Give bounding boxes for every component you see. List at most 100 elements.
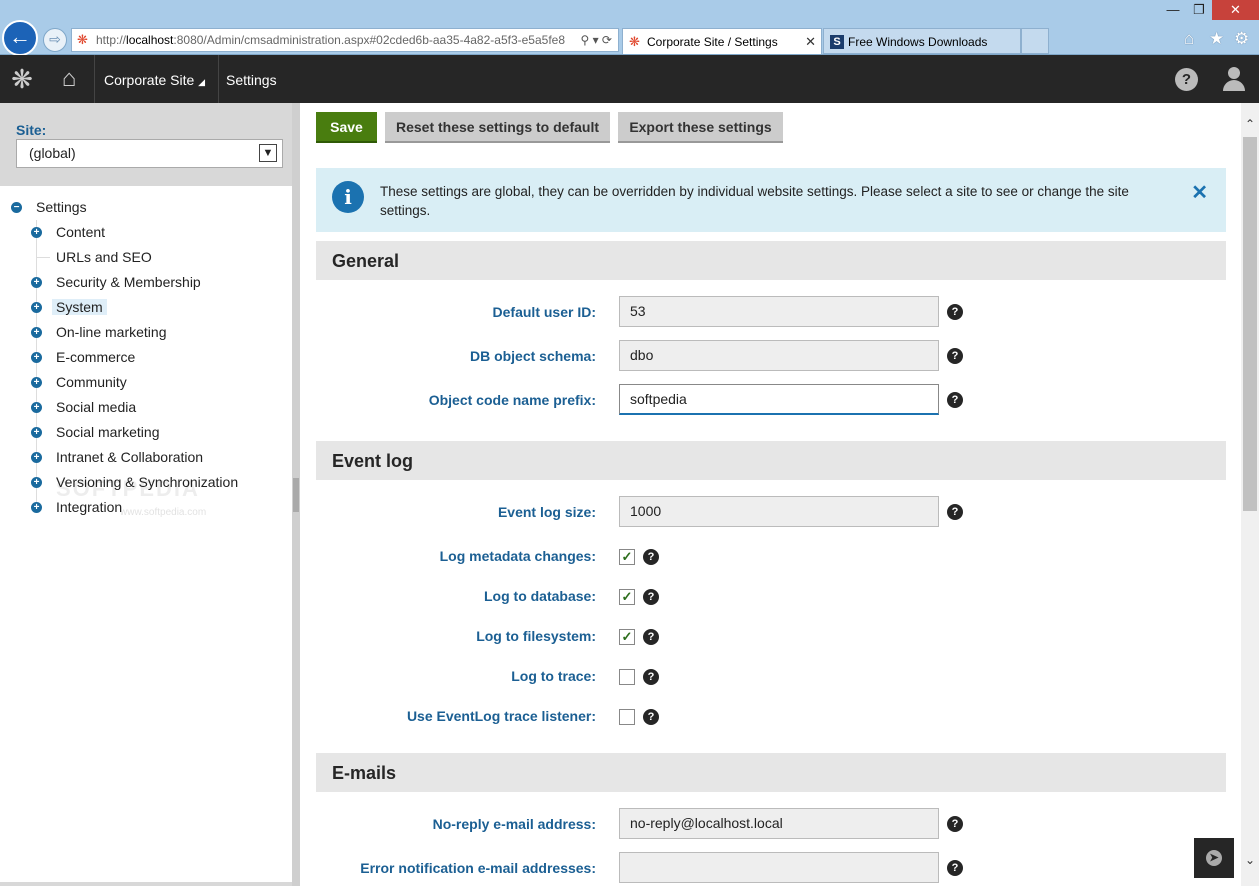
- expand-icon[interactable]: +: [31, 427, 42, 438]
- user-icon[interactable]: [1222, 67, 1246, 93]
- scrollbar-thumb[interactable]: [1243, 137, 1257, 511]
- tree-item[interactable]: + Social marketing: [31, 421, 160, 443]
- event-log-size-input[interactable]: 1000: [619, 496, 939, 527]
- field-label-no-reply-email: No-reply e-mail address:: [432, 816, 596, 832]
- new-tab-button[interactable]: [1021, 28, 1049, 54]
- help-icon[interactable]: ?: [1175, 68, 1198, 91]
- help-icon[interactable]: ?: [643, 709, 659, 725]
- error-notification-emails-input[interactable]: [619, 852, 939, 883]
- setting-checkbox[interactable]: ✓: [619, 549, 635, 565]
- expand-icon[interactable]: +: [31, 477, 42, 488]
- section-event-log: Event log: [316, 441, 1226, 480]
- app-header: ❋ ⌂ Corporate Site ◢ Settings ?: [0, 55, 1259, 103]
- forward-button[interactable]: ⇨: [43, 28, 67, 52]
- info-text: These settings are global, they can be o…: [380, 184, 1129, 218]
- site-select-value: (global): [29, 145, 76, 161]
- tree-item-label: Social marketing: [56, 424, 160, 440]
- app-title[interactable]: Settings: [226, 55, 277, 103]
- kentico-logo-icon[interactable]: ❋: [0, 55, 44, 103]
- help-icon[interactable]: ?: [947, 348, 963, 364]
- sidebar-bottom-edge: [0, 882, 292, 886]
- close-icon[interactable]: ✕: [1191, 180, 1208, 205]
- help-icon[interactable]: ?: [643, 629, 659, 645]
- panel-splitter[interactable]: [292, 103, 300, 886]
- tree-item[interactable]: + Intranet & Collaboration: [31, 446, 203, 468]
- restore-button[interactable]: ❐: [1186, 0, 1212, 20]
- tree-item[interactable]: + Community: [31, 371, 127, 393]
- tree-item[interactable]: + Security & Membership: [31, 271, 201, 293]
- minimize-button[interactable]: —: [1160, 0, 1186, 20]
- collapse-icon[interactable]: −: [11, 202, 22, 213]
- help-icon[interactable]: ?: [947, 504, 963, 520]
- field-label-default-user-id: Default user ID:: [492, 304, 596, 320]
- expand-icon[interactable]: +: [31, 327, 42, 338]
- site-menu[interactable]: Corporate Site ◢: [104, 55, 205, 103]
- tab-free-windows-downloads[interactable]: S Free Windows Downloads: [823, 28, 1021, 54]
- setting-checkbox[interactable]: [619, 709, 635, 725]
- field-label-checkbox: Log to trace:: [511, 668, 596, 684]
- tab-favicon-icon: ❋: [629, 34, 640, 49]
- tree-item[interactable]: + System: [31, 296, 107, 318]
- tree-item[interactable]: + Social media: [31, 396, 136, 418]
- expand-icon[interactable]: +: [31, 302, 42, 313]
- favorites-star-icon[interactable]: ★: [1209, 29, 1224, 49]
- tree-item-label: Intranet & Collaboration: [56, 449, 204, 465]
- help-icon[interactable]: ?: [947, 816, 963, 832]
- field-label-checkbox: Log to filesystem:: [476, 628, 596, 644]
- address-tools-icon[interactable]: ⚲ ▾ ⟳: [576, 29, 612, 51]
- window-close-button[interactable]: ✕: [1212, 0, 1259, 20]
- tree-item-label: Content: [56, 224, 106, 240]
- tree-item[interactable]: URLs and SEO: [31, 246, 152, 268]
- tab-corporate-settings[interactable]: ❋ Corporate Site / Settings ✕: [622, 28, 822, 54]
- site-select[interactable]: (global) ▼: [16, 139, 283, 168]
- setting-checkbox[interactable]: ✓: [619, 589, 635, 605]
- site-menu-label: Corporate Site: [104, 72, 195, 88]
- help-icon[interactable]: ?: [947, 304, 963, 320]
- db-object-schema-input[interactable]: dbo: [619, 340, 939, 371]
- tree-connector: [36, 257, 50, 258]
- expand-icon[interactable]: +: [31, 352, 42, 363]
- header-divider: [218, 55, 219, 103]
- chevron-down-icon[interactable]: ▼: [259, 144, 277, 162]
- address-bar[interactable]: ❋ http://localhost:8080/Admin/cmsadminis…: [71, 28, 619, 52]
- url-prefix: http://: [96, 33, 127, 47]
- tree-item[interactable]: + E-commerce: [31, 346, 135, 368]
- expand-icon[interactable]: +: [31, 452, 42, 463]
- no-reply-email-input[interactable]: no-reply@localhost.local: [619, 808, 939, 839]
- triangle-down-icon: ◢: [198, 77, 206, 87]
- expand-icon[interactable]: +: [31, 377, 42, 388]
- splitter-grip[interactable]: [293, 478, 299, 512]
- reset-settings-button[interactable]: Reset these settings to default: [385, 112, 610, 143]
- save-button[interactable]: Save: [316, 112, 377, 143]
- gear-icon[interactable]: ⚙: [1234, 29, 1249, 49]
- scroll-down-icon[interactable]: ⌄: [1241, 853, 1259, 869]
- tree-item[interactable]: + Content: [31, 221, 105, 243]
- scroll-up-icon[interactable]: ⌃: [1241, 117, 1259, 133]
- tab-close-icon[interactable]: ✕: [805, 29, 816, 54]
- default-user-id-input[interactable]: 53: [619, 296, 939, 327]
- tree-root[interactable]: − Settings: [11, 196, 87, 218]
- header-divider: [94, 55, 95, 103]
- object-code-name-prefix-input[interactable]: softpedia: [619, 384, 939, 415]
- vertical-scrollbar[interactable]: ⌃ ⌄: [1241, 103, 1259, 886]
- field-label-checkbox: Log to database:: [483, 588, 596, 604]
- expand-icon[interactable]: +: [31, 227, 42, 238]
- back-button[interactable]: ←: [2, 20, 38, 56]
- field-label-checkbox: Log metadata changes:: [439, 548, 596, 564]
- tree-item[interactable]: + On-line marketing: [31, 321, 167, 343]
- home-icon[interactable]: ⌂: [1184, 29, 1194, 49]
- expand-icon[interactable]: +: [31, 502, 42, 513]
- help-icon[interactable]: ?: [643, 549, 659, 565]
- tree-item-label: Social media: [56, 399, 137, 415]
- setting-checkbox[interactable]: ✓: [619, 629, 635, 645]
- help-icon[interactable]: ?: [643, 589, 659, 605]
- setting-checkbox[interactable]: [619, 669, 635, 685]
- floating-action-button[interactable]: ➤: [1194, 838, 1234, 878]
- expand-icon[interactable]: +: [31, 277, 42, 288]
- expand-icon[interactable]: +: [31, 402, 42, 413]
- help-icon[interactable]: ?: [947, 860, 963, 876]
- export-settings-button[interactable]: Export these settings: [618, 112, 783, 143]
- home-icon[interactable]: ⌂: [44, 55, 94, 103]
- help-icon[interactable]: ?: [947, 392, 963, 408]
- help-icon[interactable]: ?: [643, 669, 659, 685]
